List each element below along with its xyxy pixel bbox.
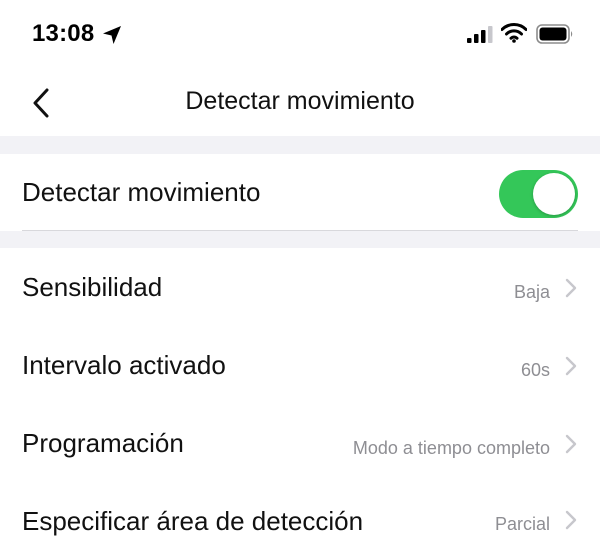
section-separator — [0, 136, 600, 154]
settings-row-interval[interactable]: Intervalo activado 60s — [0, 326, 600, 404]
navigation-bar: Detectar movimiento — [0, 70, 600, 136]
motion-detection-toggle[interactable] — [499, 170, 578, 218]
motion-detection-label: Detectar movimiento — [22, 177, 261, 207]
chevron-right-icon — [565, 434, 577, 454]
settings-row-label: Programación — [22, 428, 184, 458]
status-bar: 13:08 — [0, 0, 600, 70]
settings-row-schedule[interactable]: Programación Modo a tiempo completo — [0, 404, 600, 482]
settings-row-label: Intervalo activado — [22, 350, 226, 380]
settings-row-value: Parcial — [494, 514, 550, 534]
settings-row-detection-area[interactable]: Especificar área de detección Parcial — [0, 482, 600, 558]
section-separator — [0, 231, 600, 248]
status-time: 13:08 — [32, 20, 95, 47]
settings-row-value: Baja — [513, 282, 550, 302]
settings-row-value: 60s — [520, 360, 550, 380]
chevron-right-icon — [565, 278, 577, 298]
settings-row-label: Especificar área de detección — [22, 506, 364, 536]
settings-row-value: Modo a tiempo completo — [352, 438, 550, 458]
toggle-knob — [533, 173, 575, 215]
page-title: Detectar movimiento — [185, 87, 415, 115]
chevron-right-icon — [565, 510, 577, 530]
cellular-signal-icon — [467, 26, 493, 43]
motion-detection-row: Detectar movimiento — [0, 154, 600, 231]
chevron-right-icon — [565, 356, 577, 376]
settings-row-sensitivity[interactable]: Sensibilidad Baja — [0, 248, 600, 326]
location-arrow-icon — [103, 26, 121, 44]
settings-row-label: Sensibilidad — [22, 272, 163, 302]
battery-icon — [536, 24, 573, 44]
wifi-icon — [501, 23, 527, 43]
